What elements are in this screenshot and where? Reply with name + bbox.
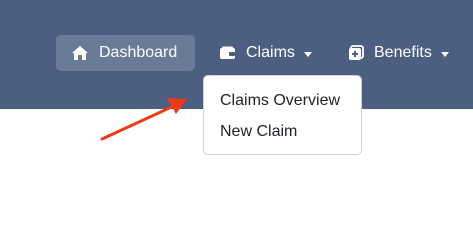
annotation-arrow — [100, 98, 187, 141]
